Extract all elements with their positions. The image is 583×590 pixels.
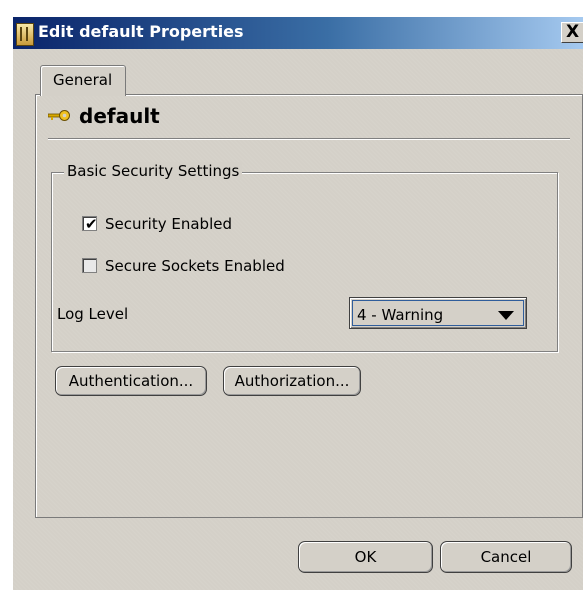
- general-panel: default Basic Security Settings ✔ Securi…: [35, 94, 583, 518]
- secure-sockets-enabled-label[interactable]: Secure Sockets Enabled: [105, 257, 285, 275]
- checkbox-box[interactable]: [82, 258, 97, 273]
- key-icon: [48, 110, 70, 121]
- title-bar[interactable]: Edit default Properties X: [13, 17, 583, 49]
- group-title: Basic Security Settings: [64, 162, 243, 180]
- page-title: default: [79, 104, 160, 128]
- checkbox-box[interactable]: ✔: [82, 215, 98, 233]
- app-icon: [16, 23, 34, 46]
- focus-ring: 4 - Warning: [352, 300, 524, 326]
- basic-security-group: Basic Security Settings ✔ Security Enabl…: [51, 162, 558, 352]
- window-title: Edit default Properties: [38, 22, 244, 41]
- authentication-button[interactable]: Authentication...: [55, 366, 207, 396]
- divider: [48, 138, 570, 140]
- checkmark-icon: ✔: [85, 215, 98, 233]
- properties-dialog: Edit default Properties X General defaul…: [12, 16, 583, 590]
- log-level-value: 4 - Warning: [357, 306, 444, 324]
- log-level-select[interactable]: 4 - Warning: [349, 297, 527, 329]
- ok-button[interactable]: OK: [298, 541, 433, 573]
- chevron-down-icon[interactable]: [498, 311, 514, 320]
- security-enabled-label[interactable]: Security Enabled: [105, 215, 232, 233]
- tab-general[interactable]: General: [40, 65, 126, 96]
- log-level-label: Log Level: [57, 305, 129, 323]
- close-button[interactable]: X: [561, 22, 583, 43]
- authorization-button[interactable]: Authorization...: [223, 366, 361, 396]
- tab-general-label: General: [53, 71, 113, 89]
- cancel-button[interactable]: Cancel: [440, 541, 572, 573]
- close-icon: X: [566, 22, 580, 42]
